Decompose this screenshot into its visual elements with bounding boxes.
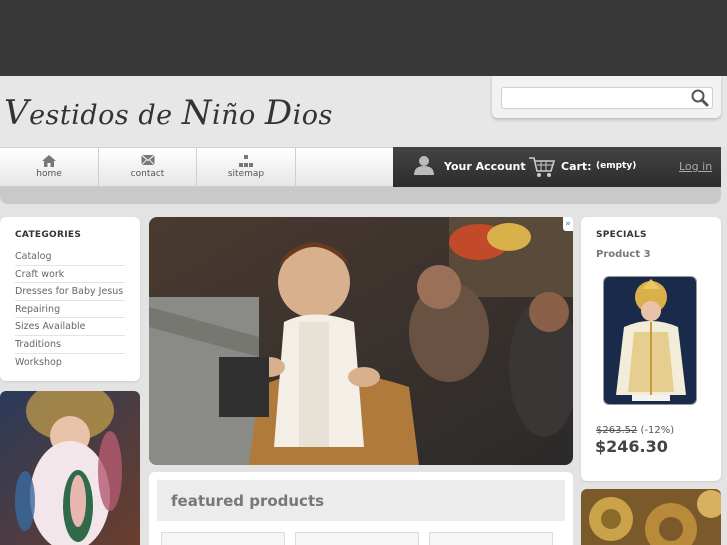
envelope-icon [141, 155, 154, 165]
specials-title: SPECIALS [596, 230, 647, 240]
logo-word: estidos de [29, 100, 182, 131]
nav-label: contact [130, 169, 165, 179]
account-bar: Your Account Cart: (empty) Log in [393, 147, 721, 187]
special-old-price-group: $263.52 (-12%) [596, 425, 674, 436]
category-link[interactable]: Catalog [15, 248, 125, 266]
featured-title: featured products [171, 492, 325, 510]
special-new-price: $246.30 [595, 437, 668, 456]
cart-label[interactable]: Cart: [561, 160, 592, 173]
logo-letter: V [4, 93, 30, 133]
hero-toggle-button[interactable]: » [563, 217, 573, 231]
sitemap-icon [239, 155, 253, 167]
categories-list: Catalog Craft work Dresses for Baby Jesu… [15, 248, 125, 371]
categories-title: CATEGORIES [15, 230, 82, 240]
logo-word: iño [211, 100, 265, 131]
main-nav: home contact sitemap [0, 147, 393, 187]
featured-product-card[interactable] [295, 532, 419, 545]
user-icon[interactable] [413, 154, 435, 176]
nav-label: sitemap [227, 169, 265, 179]
category-link[interactable]: Dresses for Baby Jesus [15, 283, 125, 301]
logo-letter: D [264, 93, 293, 133]
logo-word: ios [292, 100, 333, 131]
top-bar [0, 0, 727, 76]
login-link[interactable]: Log in [679, 160, 712, 173]
cart-status: (empty) [596, 161, 637, 171]
search-box [492, 76, 721, 118]
featured-products-panel: featured products [149, 472, 573, 545]
search-icon[interactable] [690, 88, 710, 108]
special-old-price: $263.52 [596, 425, 638, 436]
featured-header: featured products [157, 480, 565, 521]
search-input[interactable] [501, 87, 713, 109]
nav-item-sitemap[interactable]: sitemap [197, 148, 296, 187]
hero-slideshow[interactable] [149, 217, 573, 465]
featured-product-card[interactable] [429, 532, 553, 545]
category-link[interactable]: Repairing [15, 301, 125, 319]
nav-item-contact[interactable]: contact [99, 148, 197, 187]
category-link[interactable]: Traditions [15, 336, 125, 354]
featured-product-card[interactable] [161, 532, 285, 545]
site-logo[interactable]: Vestidos de Niño Dios [4, 93, 333, 133]
category-link[interactable]: Craft work [15, 266, 125, 284]
cart-icon[interactable] [529, 156, 555, 178]
your-account-link[interactable]: Your Account [444, 160, 526, 173]
category-link[interactable]: Workshop [15, 354, 125, 372]
category-link[interactable]: Sizes Available [15, 318, 125, 336]
home-icon [42, 155, 56, 167]
nav-subbar [0, 187, 721, 204]
special-product-image[interactable] [603, 276, 697, 405]
nav-label: home [36, 169, 62, 179]
categories-panel: CATEGORIES Catalog Craft work Dresses fo… [0, 217, 140, 381]
sidebar-image-banner-right[interactable] [581, 489, 721, 545]
nav-item-home[interactable]: home [0, 148, 99, 187]
sidebar-image-banner[interactable] [0, 391, 140, 545]
special-discount: (-12%) [640, 425, 675, 436]
nav-item-empty [296, 148, 393, 187]
special-product-name[interactable]: Product 3 [596, 249, 651, 260]
specials-panel: SPECIALS Product 3 $263.52 (-12%) $246.3… [581, 217, 721, 481]
logo-letter: N [181, 93, 212, 133]
